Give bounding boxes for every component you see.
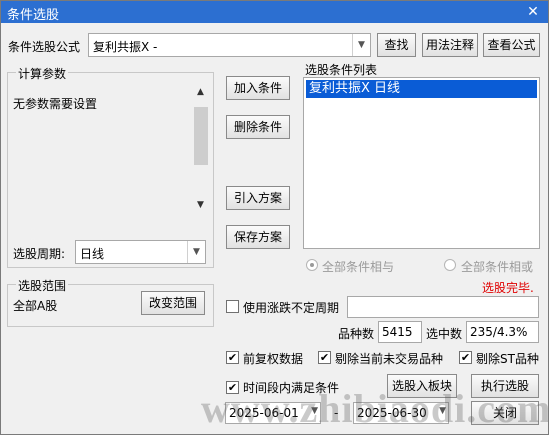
params-text: 无参数需要设置 bbox=[13, 97, 98, 111]
scroll-down-icon[interactable]: ▼ bbox=[197, 200, 204, 210]
indefinite-period-checkbox[interactable] bbox=[226, 300, 239, 313]
pre-adjust-label: 前复权数据 bbox=[243, 352, 304, 366]
selected-value: 235/4.3% bbox=[470, 325, 528, 339]
window-title: 条件选股 bbox=[7, 8, 60, 23]
delete-condition-button[interactable]: 删除条件 bbox=[226, 115, 290, 139]
add-condition-button[interactable]: 加入条件 bbox=[226, 76, 290, 100]
params-group-label: 计算参数 bbox=[16, 65, 69, 82]
formula-value: 复利共振X - bbox=[93, 40, 158, 54]
exclude-st-checkbox[interactable]: ✔ bbox=[459, 351, 472, 364]
exclude-untraded-checkbox[interactable]: ✔ bbox=[318, 351, 331, 364]
radio-and-label: 全部条件相与 bbox=[322, 260, 395, 274]
exclude-st-label: 剔除ST品种 bbox=[476, 352, 539, 366]
change-range-button[interactable]: 改变范围 bbox=[141, 291, 205, 315]
usage-notes-button[interactable]: 用法注释 bbox=[422, 33, 478, 57]
list-item[interactable]: 复利共振X 日线 bbox=[306, 80, 537, 98]
formula-label: 条件选股公式 bbox=[8, 40, 81, 54]
radio-or[interactable] bbox=[444, 259, 456, 271]
scrollbar-thumb[interactable] bbox=[194, 107, 208, 165]
pre-adjust-checkbox[interactable]: ✔ bbox=[226, 351, 239, 364]
status-text: 选股完毕. bbox=[482, 281, 534, 295]
find-button[interactable]: 查找 bbox=[377, 33, 416, 57]
close-icon[interactable]: ✕ bbox=[524, 3, 542, 21]
period-value: 日线 bbox=[80, 247, 105, 261]
title-bar: 条件选股 ✕ bbox=[1, 1, 548, 23]
conditions-list[interactable]: 复利共振X 日线 bbox=[303, 77, 540, 249]
condition-stock-picker-dialog: 条件选股 ✕ 条件选股公式 复利共振X - ▼ 查找 用法注释 查看公式 计算参… bbox=[0, 0, 549, 435]
params-scrollbar[interactable]: ▲ ▼ bbox=[193, 85, 209, 215]
count-field: 5415 bbox=[378, 321, 422, 343]
chevron-down-icon[interactable]: ▼ bbox=[187, 241, 205, 263]
indefinite-period-field[interactable] bbox=[347, 296, 539, 318]
count-label: 品种数 bbox=[338, 327, 375, 341]
count-value: 5415 bbox=[382, 325, 413, 339]
exclude-untraded-label: 剔除当前未交易品种 bbox=[335, 352, 444, 366]
chevron-down-icon[interactable]: ▼ bbox=[352, 34, 370, 56]
save-scheme-button[interactable]: 保存方案 bbox=[226, 225, 290, 249]
range-value: 全部A股 bbox=[13, 299, 58, 313]
radio-or-label: 全部条件相或 bbox=[461, 260, 534, 274]
selected-field: 235/4.3% bbox=[466, 321, 539, 343]
period-select[interactable]: 日线 ▼ bbox=[75, 240, 206, 264]
formula-select[interactable]: 复利共振X - ▼ bbox=[88, 33, 371, 57]
range-group-label: 选股范围 bbox=[16, 277, 69, 294]
view-formula-button[interactable]: 查看公式 bbox=[483, 33, 540, 57]
period-label: 选股周期: bbox=[13, 247, 66, 261]
watermark: www.zhibiaodi.com bbox=[201, 386, 549, 431]
conditions-label: 选股条件列表 bbox=[305, 63, 378, 77]
import-scheme-button[interactable]: 引入方案 bbox=[226, 186, 290, 210]
radio-and[interactable] bbox=[306, 259, 318, 271]
scroll-up-icon[interactable]: ▲ bbox=[197, 87, 204, 97]
indefinite-period-label: 使用涨跌不定周期 bbox=[243, 301, 340, 315]
selected-label: 选中数 bbox=[426, 327, 463, 341]
